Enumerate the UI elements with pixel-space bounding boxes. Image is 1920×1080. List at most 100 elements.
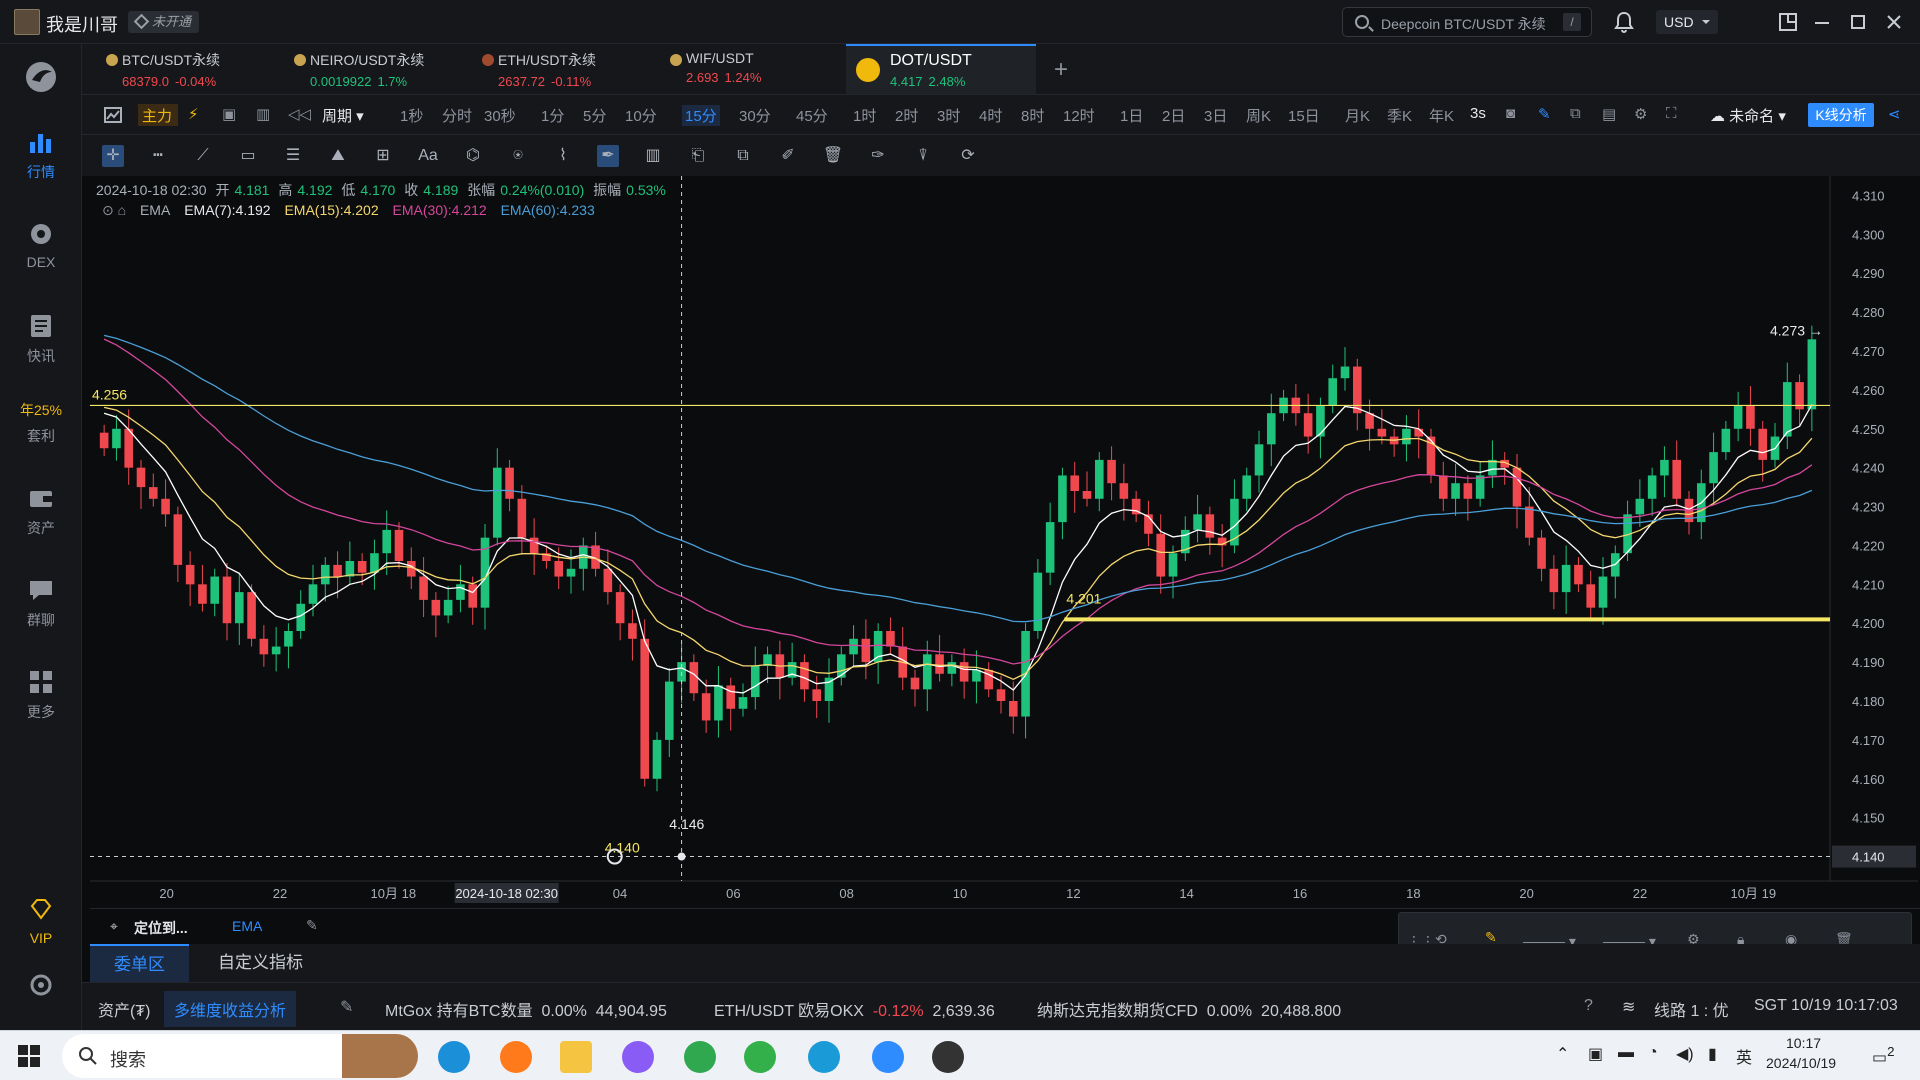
- share-icon[interactable]: ⋖: [1888, 105, 1901, 123]
- bell-icon[interactable]: [1614, 11, 1634, 33]
- interval-option[interactable]: 分时: [442, 105, 472, 126]
- edit-icon[interactable]: ✐: [777, 145, 799, 167]
- edge-browser-icon[interactable]: [438, 1041, 470, 1073]
- interval-option[interactable]: 12时: [1063, 105, 1095, 126]
- ruler-icon[interactable]: ┅: [147, 145, 169, 167]
- locate-button[interactable]: 定位到...: [134, 918, 188, 938]
- settings-gear-icon[interactable]: [28, 972, 54, 998]
- ticker-item[interactable]: 纳斯达克指数期货CFD 0.00% 20,488.800: [1037, 997, 1341, 1021]
- sidebar-item-chat[interactable]: 群聊: [0, 576, 82, 630]
- calendar-icon[interactable]: ▣: [222, 105, 236, 123]
- interval-option[interactable]: 1时: [853, 105, 876, 126]
- symbol-tab[interactable]: BTC/USDT永续 68379.0 -0.04%: [102, 44, 278, 94]
- sidebar-item-more[interactable]: 更多: [0, 668, 82, 722]
- ema-collapse-icon[interactable]: ⊙ ⌂: [102, 202, 126, 218]
- brand-logo-icon[interactable]: [24, 60, 58, 94]
- app-icon[interactable]: [932, 1041, 964, 1073]
- windows-start-icon[interactable]: [18, 1045, 40, 1067]
- interval-option[interactable]: 15日: [1288, 105, 1320, 126]
- help-icon[interactable]: ?: [1584, 997, 1593, 1015]
- tab-orders[interactable]: 委单区: [90, 944, 189, 982]
- template-icon[interactable]: ▤: [1602, 105, 1616, 123]
- period-dropdown[interactable]: 周期 ▾: [322, 105, 364, 126]
- refresh-rate[interactable]: 3s: [1470, 105, 1486, 122]
- taskbar-time[interactable]: 10:17: [1786, 1035, 1821, 1051]
- layout-name-dropdown[interactable]: ☁ 未命名 ▾: [1710, 105, 1786, 126]
- interval-option[interactable]: 3日: [1204, 105, 1227, 126]
- firefox-icon[interactable]: [500, 1041, 532, 1073]
- taskbar-search[interactable]: 搜索: [62, 1034, 418, 1078]
- symbol-tab[interactable]: WIF/USDT 2.693 1.24%: [666, 44, 842, 94]
- maximize-icon[interactable]: [1846, 10, 1870, 34]
- vip-status-badge[interactable]: 未开通: [128, 11, 200, 33]
- interval-option[interactable]: 月K: [1345, 105, 1370, 126]
- sidebar-item-dex[interactable]: DEX: [0, 220, 82, 270]
- close-icon[interactable]: [1882, 10, 1906, 34]
- tray-app-icon[interactable]: ▣: [1588, 1044, 1603, 1064]
- image-icon[interactable]: ⛰: [327, 145, 349, 167]
- interval-option[interactable]: 5分: [583, 105, 606, 126]
- price-chart[interactable]: 4.310 4.300 4.290 4.280 4.270 4.260 4.250 4.240…: [90, 176, 1918, 908]
- chevron-up-icon[interactable]: ⌃: [1556, 1044, 1569, 1064]
- indicator-ema-tab[interactable]: EMA: [232, 918, 262, 934]
- interval-option[interactable]: 1日: [1120, 105, 1143, 126]
- settings-icon[interactable]: ⚙: [1634, 105, 1647, 123]
- taskbar-date[interactable]: 2024/10/19: [1766, 1055, 1836, 1071]
- interval-option[interactable]: 4时: [979, 105, 1002, 126]
- text-icon[interactable]: Aa: [417, 145, 439, 167]
- network-icon[interactable]: ◔: [1648, 1044, 1658, 1062]
- edge-dev-icon[interactable]: [808, 1041, 840, 1073]
- interval-option[interactable]: 1分: [541, 105, 564, 126]
- interval-option[interactable]: 3时: [937, 105, 960, 126]
- interval-option[interactable]: 2时: [895, 105, 918, 126]
- ime-indicator[interactable]: 英: [1736, 1044, 1752, 1068]
- kline-analysis-button[interactable]: K线分析: [1808, 103, 1874, 127]
- pen-icon[interactable]: ✒: [597, 145, 619, 167]
- interval-option[interactable]: 年K: [1429, 105, 1454, 126]
- sidebar-item-assets[interactable]: 资产: [0, 484, 82, 538]
- minimize-icon[interactable]: [1810, 10, 1834, 34]
- app-avatar[interactable]: [14, 9, 40, 35]
- pencil-icon[interactable]: ⟋: [192, 145, 214, 167]
- ema-indicator-name[interactable]: EMA: [140, 202, 170, 218]
- interval-option[interactable]: 8时: [1021, 105, 1044, 126]
- search-input[interactable]: Deepcoin BTC/USDT 永续 /: [1342, 7, 1592, 37]
- notification-icon[interactable]: ▭2: [1872, 1044, 1895, 1067]
- camera-icon[interactable]: ◙: [1506, 105, 1515, 122]
- add-box-icon[interactable]: ⊞: [372, 145, 394, 167]
- flash-icon[interactable]: ⚡: [188, 105, 199, 123]
- crosshair-icon[interactable]: ✛: [102, 145, 124, 167]
- sync-icon[interactable]: ⟳: [957, 145, 979, 167]
- pin-icon[interactable]: ⌖: [110, 918, 118, 935]
- edit-icon[interactable]: ✎: [340, 997, 353, 1017]
- interval-option[interactable]: 15分: [682, 105, 720, 126]
- rewind-icon[interactable]: ◁◁: [288, 105, 311, 123]
- add-tab-icon[interactable]: +: [1054, 56, 1068, 84]
- bars-icon[interactable]: ▥: [642, 145, 664, 167]
- main-force-button[interactable]: 主力: [142, 105, 172, 126]
- draw-toggle-icon[interactable]: ✎: [1538, 105, 1551, 123]
- profit-analysis-button[interactable]: 多维度收益分析: [164, 991, 297, 1027]
- file-explorer-icon[interactable]: [560, 1041, 592, 1073]
- clipboard-icon[interactable]: ⎗: [687, 145, 709, 167]
- edit-indicator-icon[interactable]: ✎: [306, 917, 318, 934]
- candlestick-chart-svg[interactable]: 4.310 4.300 4.290 4.280 4.270 4.260 4.250 4.240…: [90, 176, 1918, 908]
- trading-app-icon[interactable]: [872, 1041, 904, 1073]
- layout-icon[interactable]: ▥: [256, 105, 270, 123]
- mic-icon[interactable]: ▮: [1708, 1044, 1717, 1064]
- sidebar-item-market[interactable]: 行情: [0, 128, 82, 182]
- interval-option[interactable]: 周K: [1246, 105, 1271, 126]
- interval-option[interactable]: 30秒: [484, 105, 516, 126]
- sidebar-item-vip[interactable]: VIP: [0, 896, 82, 946]
- rect-icon[interactable]: ▭: [237, 145, 259, 167]
- copilot-icon[interactable]: [622, 1041, 654, 1073]
- interval-option[interactable]: 季K: [1387, 105, 1412, 126]
- popout-icon[interactable]: [1776, 10, 1800, 34]
- tab-custom-indicators[interactable]: 自定义指标: [218, 944, 303, 982]
- brush-icon[interactable]: ⌇: [552, 145, 574, 167]
- interval-option[interactable]: 1秒: [400, 105, 423, 126]
- chart-type-icon[interactable]: [104, 107, 122, 123]
- symbol-tab[interactable]: ETH/USDT永续 2637.72 -0.11%: [478, 44, 654, 94]
- lines-icon[interactable]: ☰: [282, 145, 304, 167]
- battery-icon[interactable]: ▬: [1618, 1044, 1634, 1062]
